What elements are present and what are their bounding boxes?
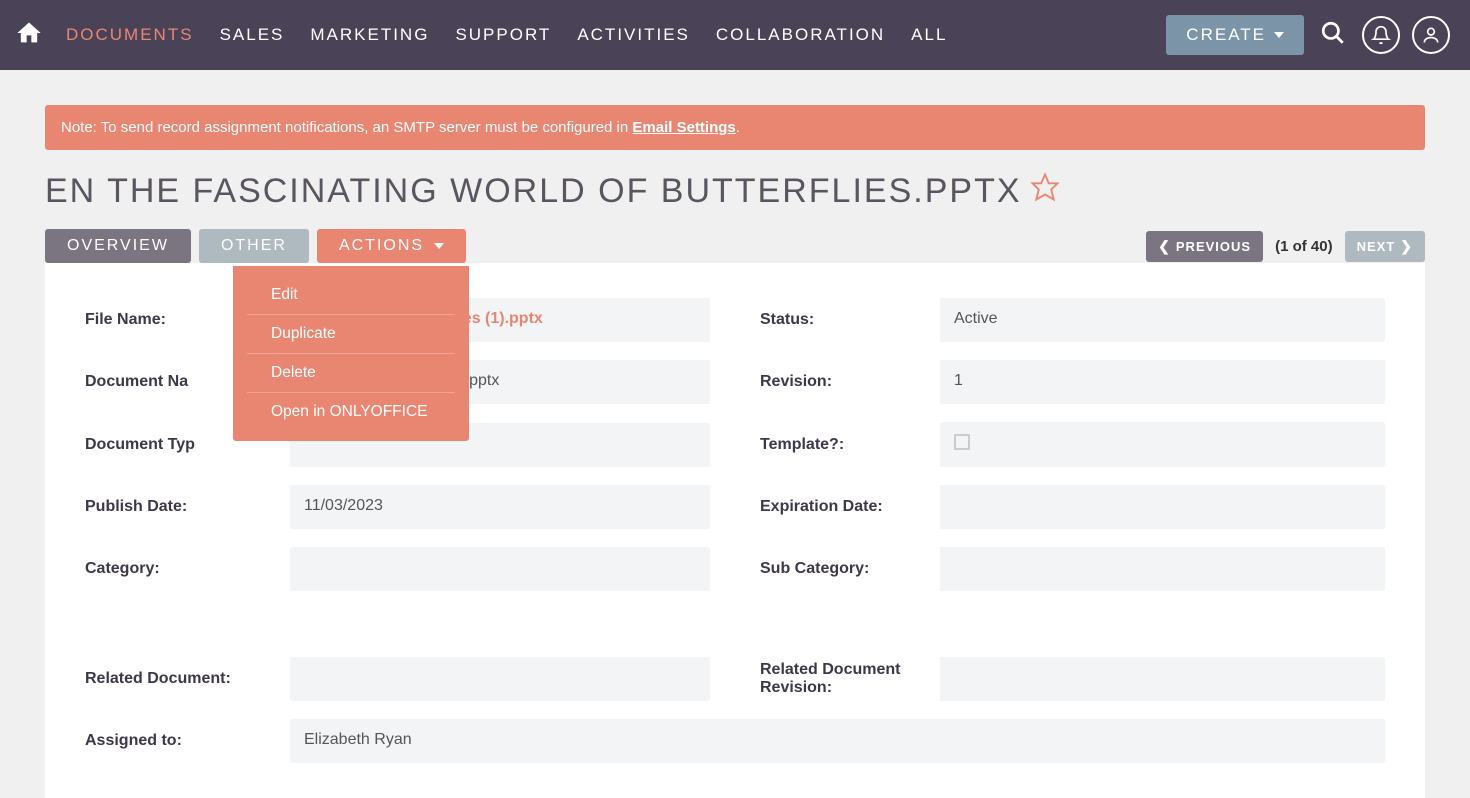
row-category: Category:: [85, 547, 710, 591]
previous-label: PREVIOUS: [1176, 239, 1251, 254]
value-publish-date: 11/03/2023: [290, 485, 710, 529]
alert-link[interactable]: Email Settings: [632, 119, 735, 136]
action-edit[interactable]: Edit: [247, 276, 455, 315]
page-title-text: EN THE FASCINATING WORLD OF BUTTERFLIES.…: [45, 172, 1022, 211]
value-assigned-to: Elizabeth Ryan: [290, 719, 1385, 763]
value-related-document-revision: [940, 657, 1385, 701]
row-assigned-to: Assigned to: Elizabeth Ryan: [85, 719, 1385, 763]
label-sub-category: Sub Category:: [760, 560, 940, 578]
page-container: Note: To send record assignment notifica…: [0, 70, 1470, 798]
value-related-document: [290, 657, 710, 701]
spacer: [85, 609, 1385, 639]
nav-documents[interactable]: DOCUMENTS: [53, 0, 207, 70]
next-button[interactable]: NEXT ❯: [1345, 231, 1425, 262]
value-expiration-date: [940, 485, 1385, 529]
label-related-document: Related Document:: [85, 670, 290, 688]
nav-right: CREATE: [1166, 15, 1460, 55]
row-revision: Revision: 1: [760, 360, 1385, 404]
tab-actions-label: ACTIONS: [339, 237, 424, 255]
label-revision: Revision:: [760, 373, 940, 391]
nav-all[interactable]: ALL: [898, 0, 960, 70]
nav-sales[interactable]: SALES: [207, 0, 298, 70]
value-sub-category: [940, 547, 1385, 591]
pagination: ❮ PREVIOUS (1 of 40) NEXT ❯: [1146, 231, 1425, 262]
label-status: Status:: [760, 311, 940, 329]
value-category: [290, 547, 710, 591]
create-label: CREATE: [1186, 25, 1266, 45]
actions-dropdown: Edit Duplicate Delete Open in ONLYOFFICE: [233, 266, 469, 441]
row-expiration-date: Expiration Date:: [760, 485, 1385, 529]
page-count: (1 of 40): [1275, 238, 1333, 255]
row-sub-category: Sub Category:: [760, 547, 1385, 591]
toolbar: OVERVIEW OTHER ACTIONS Edit Duplicate De…: [45, 229, 1425, 263]
create-button[interactable]: CREATE: [1166, 15, 1304, 55]
label-related-document-revision: Related Document Revision:: [760, 661, 940, 697]
tab-other[interactable]: OTHER: [199, 229, 309, 263]
nav-marketing[interactable]: MARKETING: [297, 0, 442, 70]
caret-down-icon: [434, 243, 444, 249]
row-status: Status: Active: [760, 298, 1385, 342]
tab-overview[interactable]: OVERVIEW: [45, 229, 191, 263]
value-template: [940, 422, 1385, 467]
page-title: EN THE FASCINATING WORLD OF BUTTERFLIES.…: [45, 172, 1425, 211]
star-icon[interactable]: [1030, 172, 1060, 211]
value-status: Active: [940, 298, 1385, 342]
top-navigation: DOCUMENTS SALES MARKETING SUPPORT ACTIVI…: [0, 0, 1470, 70]
chevron-right-icon: ❯: [1400, 238, 1413, 255]
label-assigned-to: Assigned to:: [85, 732, 290, 750]
nav-support[interactable]: SUPPORT: [442, 0, 564, 70]
next-label: NEXT: [1357, 239, 1396, 254]
tab-actions[interactable]: ACTIONS: [317, 229, 466, 263]
alert-prefix: Note: To send record assignment notifica…: [61, 119, 632, 136]
alert-banner: Note: To send record assignment notifica…: [45, 105, 1425, 150]
home-icon[interactable]: [15, 19, 43, 52]
label-publish-date: Publish Date:: [85, 498, 290, 516]
label-template: Template?:: [760, 436, 940, 454]
nav-collaboration[interactable]: COLLABORATION: [703, 0, 898, 70]
chevron-left-icon: ❮: [1158, 238, 1171, 255]
row-related-document: Related Document:: [85, 657, 710, 701]
value-revision: 1: [940, 360, 1385, 404]
label-expiration-date: Expiration Date:: [760, 498, 940, 516]
search-icon[interactable]: [1320, 20, 1346, 51]
row-publish-date: Publish Date: 11/03/2023: [85, 485, 710, 529]
label-category: Category:: [85, 560, 290, 578]
nav-links: DOCUMENTS SALES MARKETING SUPPORT ACTIVI…: [53, 0, 1166, 70]
row-template: Template?:: [760, 422, 1385, 467]
tabs: OVERVIEW OTHER ACTIONS Edit Duplicate De…: [45, 229, 466, 263]
action-open-onlyoffice[interactable]: Open in ONLYOFFICE: [247, 393, 455, 431]
caret-down-icon: [1274, 32, 1284, 38]
action-delete[interactable]: Delete: [247, 354, 455, 393]
previous-button[interactable]: ❮ PREVIOUS: [1146, 231, 1263, 262]
alert-suffix: .: [736, 119, 740, 136]
notifications-icon[interactable]: [1362, 16, 1400, 54]
action-duplicate[interactable]: Duplicate: [247, 315, 455, 354]
row-related-document-revision: Related Document Revision:: [760, 657, 1385, 701]
template-checkbox[interactable]: [954, 434, 970, 450]
user-icon[interactable]: [1412, 16, 1450, 54]
nav-activities[interactable]: ACTIVITIES: [564, 0, 703, 70]
